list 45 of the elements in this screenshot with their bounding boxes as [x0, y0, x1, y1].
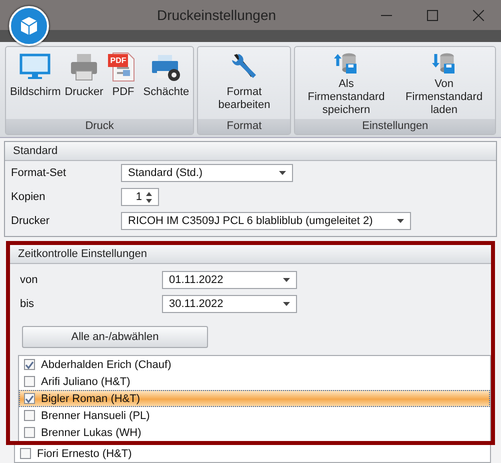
field-label: Format-Set [11, 167, 68, 179]
copies-spin-field[interactable]: 1 [121, 188, 159, 206]
employee-list-item[interactable]: Brenner Hansueli (PL) [19, 407, 490, 424]
window-title: Druckeinstellungen [156, 7, 278, 23]
ribbon-group-label: Einstellungen [295, 119, 495, 134]
field-label: bis [20, 298, 36, 310]
checkbox[interactable] [24, 359, 35, 370]
dropdown-caret-icon [397, 219, 404, 223]
checkbox[interactable] [24, 393, 35, 404]
employee-list-item[interactable]: Fiori Ernesto (H&T) [15, 445, 490, 462]
dropdown-field[interactable]: Standard (Std.) [121, 164, 293, 182]
field-label: von [20, 274, 39, 286]
ribbon-button[interactable]: Format bearbeiten [200, 49, 288, 119]
ribbon-button[interactable]: Von Firmenstandard laden [395, 49, 493, 119]
field-label: Drucker [11, 215, 51, 227]
employee-list-item[interactable]: Bigler Roman (H&T) [19, 390, 490, 407]
ribbon-button[interactable]: PDF PDF [105, 49, 142, 119]
minimize-icon [380, 14, 392, 16]
employee-list-item[interactable]: Abderhalden Erich (Chauf) [19, 356, 490, 373]
panel-header: Zeitkontrolle Einstellungen [10, 245, 491, 264]
close-icon [472, 10, 484, 20]
toggle-all-button[interactable]: Alle an-/abwählen [22, 326, 208, 348]
date-field[interactable]: 01.11.2022 [162, 271, 297, 289]
employee-list-item[interactable]: Arifi Juliano (H&T) [19, 373, 490, 390]
checkbox[interactable] [20, 448, 31, 459]
panel-header: Standard [5, 142, 496, 161]
ribbon-button[interactable]: Bildschirm [8, 49, 63, 119]
dropdown-caret-icon [279, 171, 286, 175]
checkbox[interactable] [24, 376, 35, 387]
spin-arrows-icon [146, 192, 152, 202]
ribbon-button[interactable]: Schächte [141, 49, 192, 119]
maximize-icon [426, 10, 438, 20]
date-field[interactable]: 30.11.2022 [162, 295, 297, 313]
ribbon-button[interactable]: Als Firmenstandard speichern [297, 49, 396, 119]
checkbox[interactable] [24, 410, 35, 421]
dropdown-caret-icon [283, 302, 290, 306]
ribbon-group-label: Format [198, 119, 290, 134]
ribbon-group-label: Druck [6, 119, 194, 134]
ribbon-button[interactable]: Drucker [62, 49, 106, 119]
employee-list-item[interactable]: Brenner Lukas (WH) [19, 424, 490, 441]
dropdown-field[interactable]: RICOH IM C3509J PCL 6 blabliblub (umgeleitet 2) [121, 212, 411, 230]
app-logo-icon [9, 6, 49, 46]
dropdown-caret-icon [283, 278, 290, 282]
field-label: Kopien [11, 191, 46, 203]
checkbox[interactable] [24, 427, 35, 438]
